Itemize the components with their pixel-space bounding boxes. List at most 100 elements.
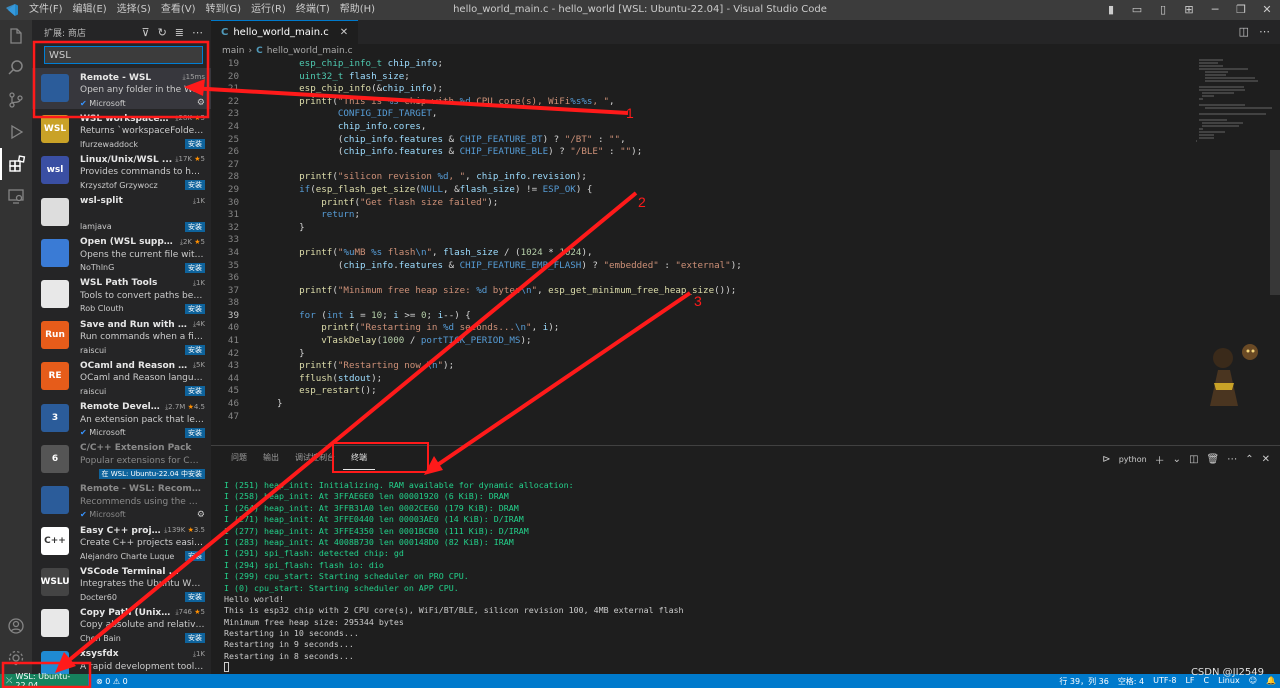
code-line[interactable]: 24 chip_info.cores, [211, 121, 1191, 134]
code-line[interactable]: 44 fflush(stdout); [211, 373, 1191, 386]
filter-icon[interactable]: ⊽ [142, 26, 150, 39]
install-button[interactable]: 安装 [185, 633, 205, 644]
install-button[interactable]: 安装 [185, 386, 205, 397]
code-line[interactable]: 47 [211, 411, 1191, 424]
extension-item[interactable]: WSL Path Tools ⤓1K Tools to convert paths … [32, 274, 211, 315]
code-line[interactable]: 30 printf("Get flash size failed"); [211, 197, 1191, 210]
code-line[interactable]: 41 vTaskDelay(1000 / portTICK_PERIOD_MS)… [211, 335, 1191, 348]
install-button[interactable]: 安装 [185, 139, 205, 150]
extension-item[interactable]: 3 Remote Develo... ⤓2.7M ★4.5 An extension … [32, 398, 211, 439]
extension-item[interactable]: wsl-split ⤓1K lamjava 安装 [32, 192, 211, 233]
close-panel-icon[interactable]: ✕ [1262, 454, 1270, 465]
menu-item-4[interactable]: 转到(G) [201, 0, 247, 20]
terminal-shell-name[interactable]: python [1119, 455, 1147, 464]
install-button[interactable]: 安装 [185, 551, 205, 562]
code-line[interactable]: 34 printf("%uMB %s flash\n", flash_size … [211, 247, 1191, 260]
code-line[interactable]: 26 (chip_info.features & CHIP_FEATURE_BL… [211, 146, 1191, 159]
extensions-search-input[interactable] [44, 46, 203, 64]
manage-gear-icon[interactable]: ⚙ [197, 510, 205, 520]
menu-item-0[interactable]: 文件(F) [24, 0, 68, 20]
source-control-icon[interactable] [0, 84, 32, 116]
extension-item[interactable]: RE OCaml and Reason ID... ⤓5K OCaml and Rea… [32, 356, 211, 397]
extension-item[interactable]: xsysfdx ⤓1K A rapid development tool for .… [32, 645, 211, 674]
explorer-icon[interactable] [0, 20, 32, 52]
code-line[interactable]: 29 if(esp_flash_get_size(NULL, &flash_si… [211, 184, 1191, 197]
code-line[interactable]: 33 [211, 234, 1191, 247]
problems-indicator[interactable]: ⊗ 0 ⚠ 0 [88, 677, 136, 686]
refresh-icon[interactable]: ↻ [158, 26, 167, 39]
layout-right-icon[interactable]: ▯ [1150, 0, 1176, 20]
code-editor[interactable]: 19 esp_chip_info_t chip_info; 20 uint32_t… [211, 58, 1191, 445]
maximize-panel-icon[interactable]: ⌃ [1245, 454, 1253, 465]
code-line[interactable]: 37 printf("Minimum free heap size: %d by… [211, 285, 1191, 298]
extension-item[interactable]: 6 C/C++ Extension Pack Popular extensions … [32, 439, 211, 480]
close-button[interactable]: ✕ [1254, 0, 1280, 20]
extension-item[interactable]: WSLU VSCode Terminal ... Integrates the Ub… [32, 562, 211, 603]
tab-problems[interactable]: 问题 [223, 447, 255, 469]
maximize-button[interactable]: ❐ [1228, 0, 1254, 20]
editor-scrollbar[interactable] [1270, 150, 1280, 295]
tab-debug-console[interactable]: 调试控制台 [287, 447, 343, 469]
split-editor-icon[interactable]: ◫ [1239, 25, 1249, 38]
menu-item-3[interactable]: 查看(V) [156, 0, 201, 20]
notifications-icon[interactable]: 🔔 [1266, 676, 1276, 687]
code-line[interactable]: 36 [211, 272, 1191, 285]
code-line[interactable]: 43 printf("Restarting now.\n"); [211, 360, 1191, 373]
close-tab-icon[interactable]: ✕ [340, 27, 348, 38]
remote-indicator[interactable]: ⤫ WSL: Ubuntu-22.04 [0, 672, 88, 688]
code-line[interactable]: 22 printf("This is %s chip with %d CPU c… [211, 96, 1191, 109]
install-button[interactable]: 安装 [185, 221, 205, 232]
menu-item-6[interactable]: 终端(T) [291, 0, 335, 20]
install-button[interactable]: 安装 [185, 592, 205, 603]
manage-gear-icon[interactable] [0, 642, 32, 674]
install-button[interactable]: 安装 [185, 427, 205, 438]
extension-item[interactable]: Open (WSL support) ⤓2K ★5 Opens the curren… [32, 233, 211, 274]
extension-item[interactable]: WSL WSL workspaceF... ⤓28K ★5 Returns `work… [32, 109, 211, 150]
remote-explorer-icon[interactable] [0, 180, 32, 212]
install-button[interactable]: 安装 [185, 262, 205, 273]
new-terminal-icon[interactable]: ＋ [1155, 452, 1165, 467]
minimap[interactable] [1196, 58, 1272, 142]
install-button[interactable]: 在 WSL: Ubuntu-22.04 中安装 [98, 468, 205, 479]
code-line[interactable]: 25 (chip_info.features & CHIP_FEATURE_BT… [211, 134, 1191, 147]
code-line[interactable]: 28 printf("silicon revision %d, ", chip_… [211, 171, 1191, 184]
breadcrumb-folder[interactable]: main [222, 46, 245, 56]
menu-item-7[interactable]: 帮助(H) [335, 0, 380, 20]
extension-item[interactable]: C++ Easy C++ proje... ⤓139K ★3.5 Create C++… [32, 521, 211, 562]
code-line[interactable]: 20 uint32_t flash_size; [211, 71, 1191, 84]
cursor-position[interactable]: 行 39，列 36 [1059, 676, 1108, 687]
install-button[interactable]: 安装 [185, 303, 205, 314]
customize-layout-icon[interactable]: ⊞ [1176, 0, 1202, 20]
minimize-button[interactable]: ─ [1202, 0, 1228, 20]
tab-output[interactable]: 输出 [255, 447, 287, 469]
code-line[interactable]: 31 return; [211, 209, 1191, 222]
code-line[interactable]: 40 printf("Restarting in %d seconds...\n… [211, 322, 1191, 335]
extension-item[interactable]: Copy Path (Unix ... ⤓746 ★5 Copy absolute … [32, 603, 211, 644]
encoding[interactable]: UTF-8 [1153, 676, 1176, 687]
code-line[interactable]: 46} [211, 398, 1191, 411]
layout-panel-icon[interactable]: ▭ [1124, 0, 1150, 20]
code-line[interactable]: 19 esp_chip_info_t chip_info; [211, 58, 1191, 71]
extension-item[interactable]: Run Save and Run with wsl ⤓4K Run commands … [32, 315, 211, 356]
trash-icon[interactable]: 🗑 [1207, 454, 1220, 465]
breadcrumb-file[interactable]: hello_world_main.c [267, 46, 353, 56]
manage-gear-icon[interactable]: ⚙ [197, 98, 205, 108]
extension-item[interactable]: Remote - WSL ⤓15ms Open any folder in the … [32, 68, 211, 110]
more-actions-icon[interactable]: ⋯ [192, 26, 203, 39]
layout-sidebar-icon[interactable]: ▮ [1098, 0, 1124, 20]
extension-item[interactable]: wsl Linux/Unix/WSL ... ⤓17K ★5 Provides com… [32, 150, 211, 191]
search-icon[interactable] [0, 52, 32, 84]
code-line[interactable]: 42 } [211, 348, 1191, 361]
code-line[interactable]: 35 (chip_info.features & CHIP_FEATURE_EM… [211, 260, 1191, 273]
menu-item-5[interactable]: 运行(R) [246, 0, 291, 20]
extension-item[interactable]: Remote - WSL: RecommenderRecommends usin… [32, 480, 211, 521]
code-line[interactable]: 39 for (int i = 10; i >= 0; i--) { [211, 310, 1191, 323]
code-line[interactable]: 45 esp_restart(); [211, 385, 1191, 398]
code-line[interactable]: 23 CONFIG_IDF_TARGET, [211, 108, 1191, 121]
code-line[interactable]: 38 [211, 297, 1191, 310]
more-editor-actions-icon[interactable]: ⋯ [1259, 25, 1270, 38]
terminal-output[interactable]: I (251) heap_init: Initializing. RAM ava… [224, 480, 684, 674]
more-actions-icon[interactable]: ⋯ [1227, 454, 1237, 465]
code-line[interactable]: 32 } [211, 222, 1191, 235]
tab-terminal[interactable]: 终端 [343, 447, 375, 470]
